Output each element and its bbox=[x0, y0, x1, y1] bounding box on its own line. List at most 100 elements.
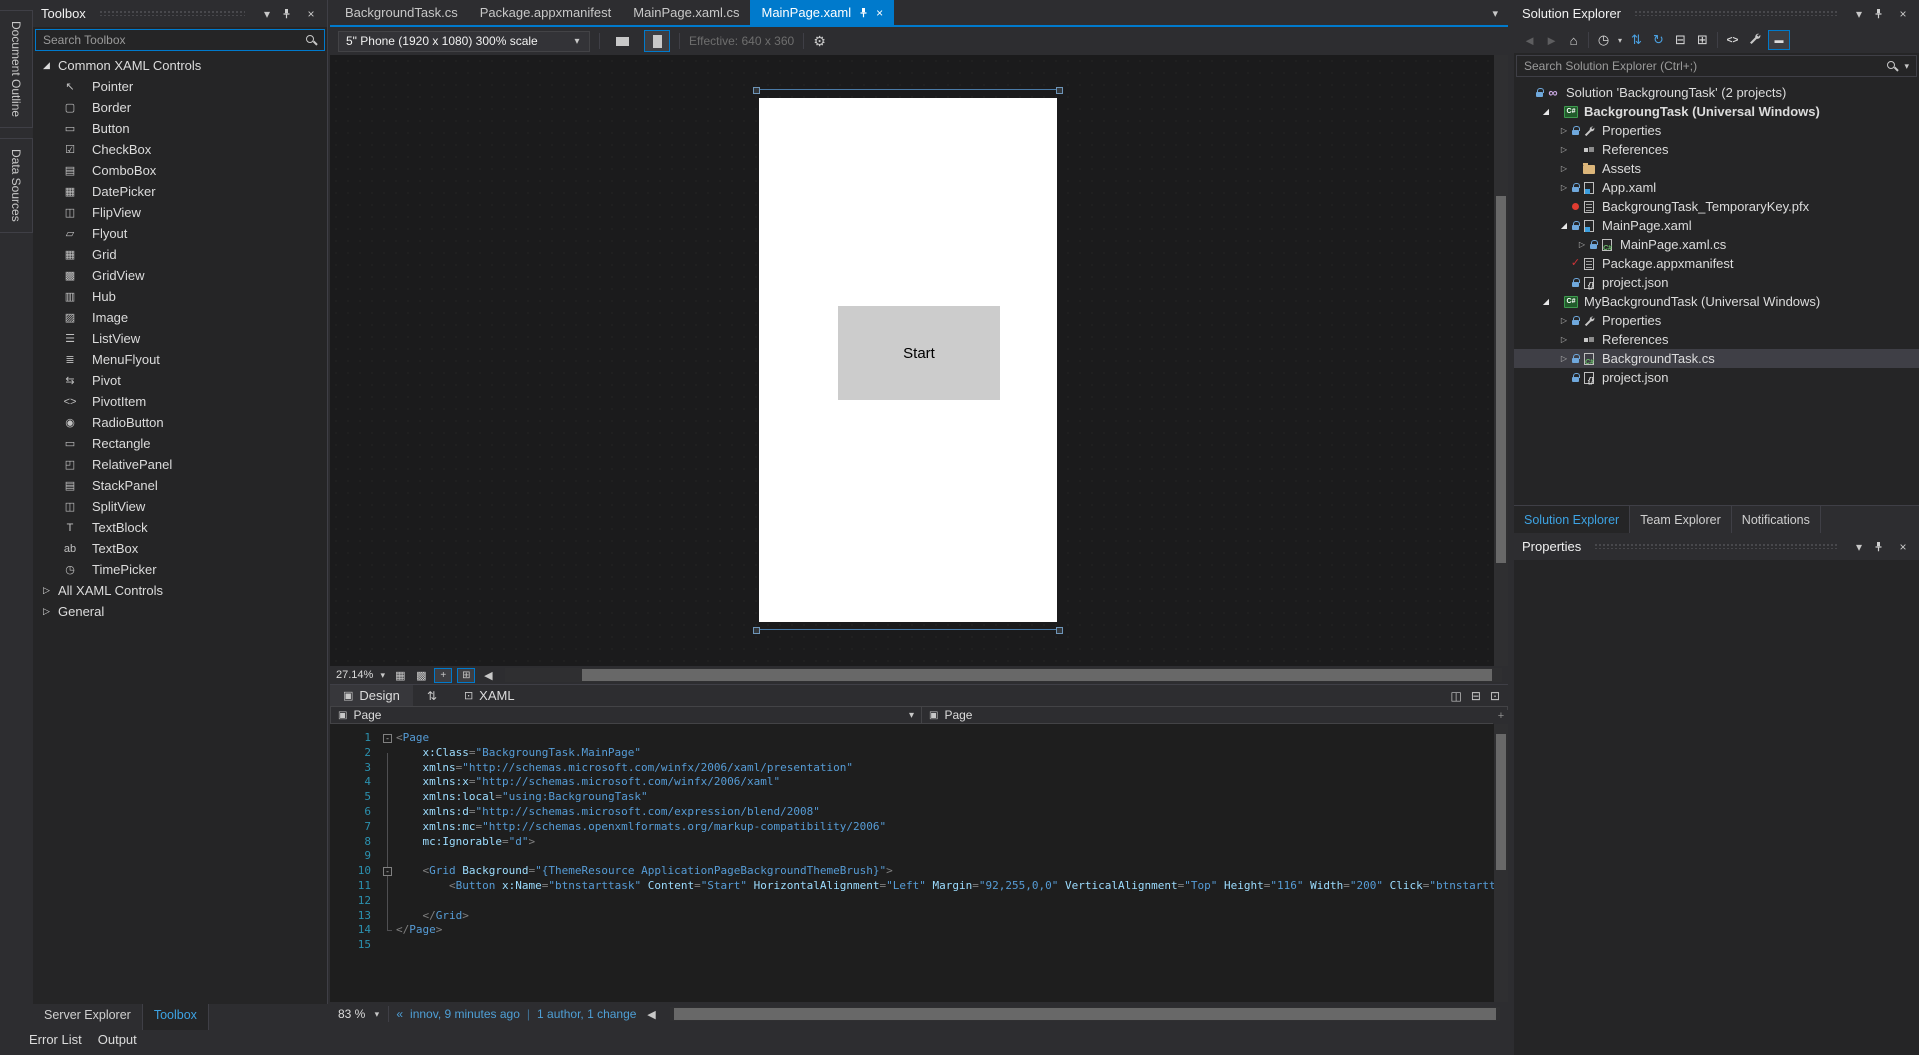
tab-list-caret-icon[interactable]: ▾ bbox=[1492, 7, 1498, 20]
tree-item-backgroundtask-cs[interactable]: ▷ C# BackgroundTask.cs bbox=[1514, 349, 1919, 368]
toolbox-menu-caret-icon[interactable]: ▾ bbox=[259, 7, 275, 21]
scroll-left-arrow-icon[interactable]: ◀ bbox=[643, 1008, 659, 1021]
toolbox-item-flipview[interactable]: ◫ FlipView bbox=[33, 202, 327, 223]
sync-with-active-document-icon[interactable]: ⇅ bbox=[1626, 32, 1647, 48]
expander-closed-icon[interactable]: ▷ bbox=[1558, 183, 1570, 192]
expander-closed-icon[interactable]: ▷ bbox=[1558, 316, 1570, 325]
code-line[interactable]: 15 bbox=[330, 938, 1508, 953]
portrait-orientation-button[interactable] bbox=[644, 30, 670, 52]
code-line[interactable]: 14 </Page> bbox=[330, 923, 1508, 938]
tab-close-icon[interactable]: × bbox=[876, 6, 883, 20]
editor-zoom-caret-icon[interactable]: ▾ bbox=[372, 1009, 381, 1020]
view-code-icon[interactable]: <> bbox=[1722, 35, 1743, 46]
scrollbar-thumb[interactable] bbox=[674, 1008, 1496, 1020]
code-line[interactable]: 7 xmlns:mc="http://schemas.openxmlformat… bbox=[330, 820, 1508, 835]
breadcrumb-element-right[interactable]: ▣ Page bbox=[922, 706, 1508, 724]
toolbox-close-icon[interactable]: × bbox=[303, 7, 319, 21]
snap-to-grid-toggle-button[interactable]: ⊞ bbox=[457, 667, 476, 683]
document-tab-backgroundtask-cs[interactable]: BackgroundTask.cs bbox=[334, 0, 469, 25]
toolbox-item-textblock[interactable]: T TextBlock bbox=[33, 517, 327, 538]
toolbox-item-border[interactable]: ▢ Border bbox=[33, 97, 327, 118]
breadcrumb-caret-icon[interactable]: ▾ bbox=[909, 710, 914, 721]
properties-menu-caret-icon[interactable]: ▾ bbox=[1851, 540, 1867, 554]
tree-item-mybackgroundtask-universal-windows[interactable]: ◢ C# MyBackgroundTask (Universal Windows) bbox=[1514, 292, 1919, 311]
codelens-changes-indicator[interactable]: 1 author, 1 change bbox=[537, 1007, 636, 1021]
expander-closed-icon[interactable]: ▷ bbox=[1576, 240, 1588, 249]
toolbox-item-datepicker[interactable]: ▦ DatePicker bbox=[33, 181, 327, 202]
bottom-tab-error-list[interactable]: Error List bbox=[29, 1032, 82, 1047]
horizontal-split-icon[interactable]: ⊟ bbox=[1471, 689, 1481, 703]
properties-header[interactable]: Properties ▾ × bbox=[1514, 533, 1919, 560]
home-icon[interactable]: ⌂ bbox=[1563, 33, 1584, 48]
scrollbar-thumb[interactable] bbox=[1496, 734, 1506, 870]
search-icon[interactable] bbox=[306, 34, 317, 46]
code-line[interactable]: 8 mc:Ignorable="d"> bbox=[330, 835, 1508, 850]
device-selector-dropdown[interactable]: 5" Phone (1920 x 1080) 300% scale ▾ bbox=[338, 30, 590, 52]
show-grid-icon[interactable]: ▦ bbox=[392, 669, 408, 682]
tree-item-assets[interactable]: ▷ Assets bbox=[1514, 159, 1919, 178]
code-line[interactable]: 12 bbox=[330, 894, 1508, 909]
toolbox-item-hub[interactable]: ▥ Hub bbox=[33, 286, 327, 307]
designer-start-button[interactable]: Start bbox=[838, 306, 1000, 400]
tree-item-project-json[interactable]: {} project.json bbox=[1514, 273, 1919, 292]
toolbox-item-radiobutton[interactable]: ◉ RadioButton bbox=[33, 412, 327, 433]
back-icon[interactable]: ◄ bbox=[1519, 33, 1540, 48]
code-line[interactable]: 3 xmlns="http://schemas.microsoft.com/wi… bbox=[330, 761, 1508, 776]
zoom-caret-icon[interactable]: ▾ bbox=[378, 670, 387, 681]
editor-zoom-dropdown[interactable]: 83 % bbox=[338, 1007, 365, 1021]
expander-open-icon[interactable]: ◢ bbox=[1558, 221, 1570, 230]
editor-vertical-scrollbar[interactable] bbox=[1494, 724, 1508, 1002]
toolbox-item-timepicker[interactable]: ◷ TimePicker bbox=[33, 559, 327, 580]
search-options-caret-icon[interactable]: ▾ bbox=[1904, 61, 1909, 72]
vertical-split-icon[interactable]: ◫ bbox=[1451, 689, 1462, 703]
designer-vertical-scrollbar[interactable] bbox=[1494, 55, 1508, 666]
tree-item-mainpage-xaml[interactable]: ◢ MainPage.xaml bbox=[1514, 216, 1919, 235]
toolbox-item-image[interactable]: ▨ Image bbox=[33, 307, 327, 328]
panel-tab-team-explorer[interactable]: Team Explorer bbox=[1630, 506, 1732, 533]
toolbox-item-pointer[interactable]: ↖ Pointer bbox=[33, 76, 327, 97]
solution-explorer-header[interactable]: Solution Explorer ▾ × bbox=[1514, 0, 1919, 27]
toolbox-item-relativepanel[interactable]: ◰ RelativePanel bbox=[33, 454, 327, 475]
expander-open-icon[interactable]: ◢ bbox=[1540, 107, 1552, 116]
expander-closed-icon[interactable]: ▷ bbox=[1558, 145, 1570, 154]
pending-changes-filter-icon[interactable]: ◷ bbox=[1593, 32, 1614, 48]
toolbox-item-gridview[interactable]: ▩ GridView bbox=[33, 265, 327, 286]
code-line[interactable]: 1 - <Page bbox=[330, 731, 1508, 746]
xaml-code-editor[interactable]: 1- <Page 2 x:Class="BackgroungTask.MainPag… bbox=[330, 724, 1508, 1002]
expander-closed-icon[interactable]: ▷ bbox=[1558, 126, 1570, 135]
tree-item-properties[interactable]: ▷ Properties bbox=[1514, 311, 1919, 330]
tree-item-backgroungtask-universal-windows[interactable]: ◢ C# BackgroungTask (Universal Windows) bbox=[1514, 102, 1919, 121]
design-surface[interactable]: Start bbox=[330, 55, 1494, 666]
document-tab-package-appxmanifest[interactable]: Package.appxmanifest bbox=[469, 0, 623, 25]
fold-collapse-icon[interactable]: - bbox=[383, 734, 392, 743]
grid-dots-icon[interactable]: ▩ bbox=[413, 669, 429, 682]
toolbox-item-listview[interactable]: ☰ ListView bbox=[33, 328, 327, 349]
toolbox-group-common-xaml-controls[interactable]: ◢ Common XAML Controls bbox=[33, 55, 327, 76]
designer-zoom-dropdown[interactable]: 27.14% bbox=[336, 669, 373, 681]
properties-close-icon[interactable]: × bbox=[1895, 540, 1911, 554]
expander-closed-icon[interactable]: ▷ bbox=[1558, 335, 1570, 344]
search-icon[interactable] bbox=[1887, 60, 1898, 72]
toolbox-item-grid[interactable]: ▦ Grid bbox=[33, 244, 327, 265]
toolbox-group-all-xaml-controls[interactable]: ▷ All XAML Controls bbox=[33, 580, 327, 601]
tree-item-properties[interactable]: ▷ Properties bbox=[1514, 121, 1919, 140]
tree-item-backgroungtask-temporarykey-pfx[interactable]: BackgroungTask_TemporaryKey.pfx bbox=[1514, 197, 1919, 216]
selection-adorner-bottom[interactable] bbox=[753, 627, 1063, 634]
bottom-tab-output[interactable]: Output bbox=[98, 1032, 137, 1047]
phone-artboard[interactable]: Start bbox=[753, 87, 1063, 634]
toolbox-item-checkbox[interactable]: ☑ CheckBox bbox=[33, 139, 327, 160]
toolbox-item-flyout[interactable]: ▱ Flyout bbox=[33, 223, 327, 244]
tree-item-references[interactable]: ▷ References bbox=[1514, 140, 1919, 159]
tree-item-project-json[interactable]: {} project.json bbox=[1514, 368, 1919, 387]
pan-cross-icon[interactable]: + bbox=[1493, 710, 1509, 724]
code-line[interactable]: 6 xmlns:d="http://schemas.microsoft.com/… bbox=[330, 805, 1508, 820]
dock-tab-toolbox[interactable]: Toolbox bbox=[142, 1004, 209, 1030]
toolbox-group-general[interactable]: ▷ General bbox=[33, 601, 327, 622]
design-view-tab[interactable]: ▣ Design bbox=[330, 685, 413, 706]
selection-adorner-top[interactable] bbox=[753, 87, 1063, 94]
xaml-view-tab[interactable]: ⊡ XAML bbox=[451, 685, 528, 706]
collapse-all-icon[interactable]: ⊟ bbox=[1670, 32, 1691, 48]
snapline-toggle-button[interactable]: + bbox=[434, 667, 453, 683]
code-line[interactable]: 9 bbox=[330, 849, 1508, 864]
swap-panes-button[interactable]: ⇅ bbox=[413, 689, 451, 703]
